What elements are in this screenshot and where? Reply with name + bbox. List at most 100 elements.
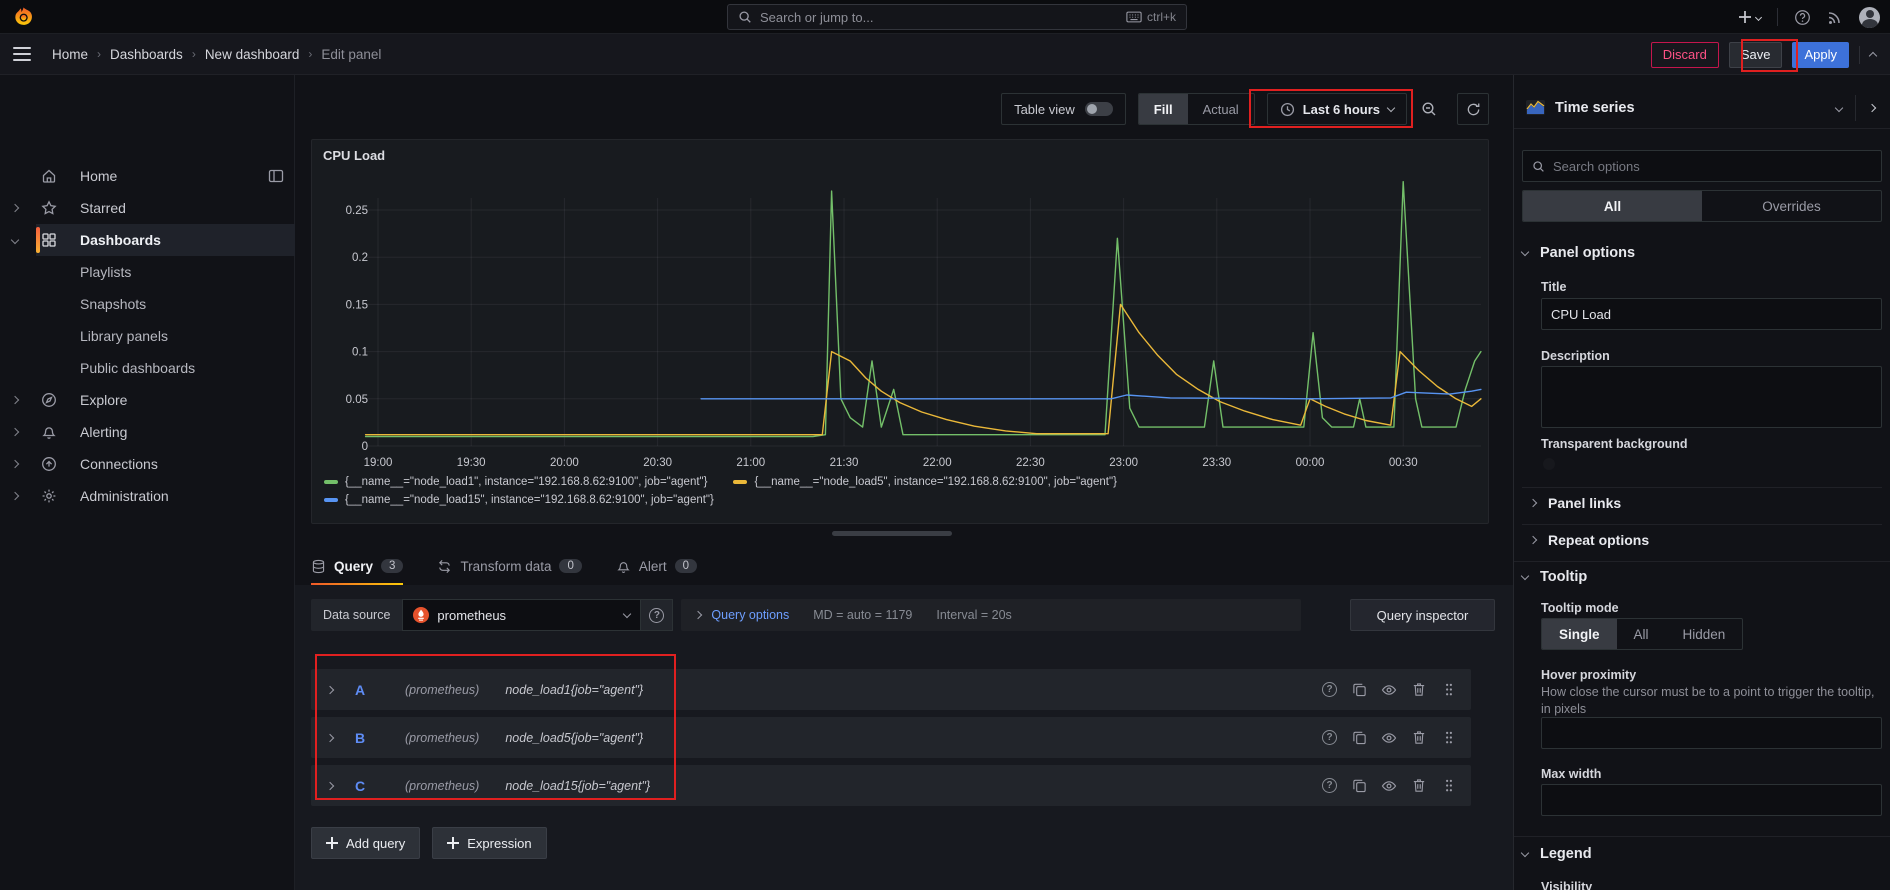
section-repeat-options[interactable]: Repeat options — [1530, 532, 1649, 548]
hide-query-eye-icon[interactable] — [1381, 682, 1397, 698]
legend-swatch — [733, 480, 747, 484]
hide-query-eye-icon[interactable] — [1381, 778, 1397, 794]
tab-all[interactable]: All — [1523, 191, 1702, 221]
drag-handle-icon[interactable] — [1441, 682, 1457, 697]
query-row-b[interactable]: B (prometheus) node_load5{job="agent"} — [311, 717, 1471, 758]
duplicate-icon[interactable] — [1351, 778, 1367, 793]
expand-query-icon[interactable] — [326, 733, 334, 741]
delete-trash-icon[interactable] — [1411, 682, 1427, 697]
chevron-right-icon[interactable] — [11, 492, 19, 500]
sidebar-item-administration[interactable]: Administration — [0, 480, 295, 512]
time-range-picker[interactable]: Last 6 hours — [1267, 93, 1407, 125]
svg-text:19:30: 19:30 — [457, 457, 486, 469]
sidebar-item-library-panels[interactable]: Library panels — [0, 320, 295, 352]
discard-button[interactable]: Discard — [1651, 42, 1719, 68]
section-tooltip[interactable]: Tooltip — [1522, 569, 1587, 585]
refresh-icon[interactable] — [1457, 93, 1489, 125]
save-button[interactable]: Save — [1729, 42, 1783, 68]
legend-item-node-load15[interactable]: {__name__="node_load15", instance="192.1… — [324, 494, 1474, 506]
expand-query-icon[interactable] — [326, 781, 334, 789]
add-expression-button[interactable]: Expression — [432, 827, 546, 859]
global-search-input[interactable]: Search or jump to... ctrl+k — [727, 4, 1187, 30]
collapse-options-icon[interactable] — [1868, 103, 1876, 111]
panel-description-input[interactable] — [1541, 366, 1882, 428]
sidebar-item-explore[interactable]: Explore — [0, 384, 295, 416]
options-search[interactable] — [1522, 150, 1882, 182]
chevron-down-icon[interactable] — [11, 236, 19, 244]
add-menu-button[interactable] — [1738, 10, 1761, 24]
sidebar-item-connections[interactable]: Connections — [0, 448, 295, 480]
actual-option[interactable]: Actual — [1188, 94, 1254, 124]
duplicate-icon[interactable] — [1351, 682, 1367, 697]
drag-handle-icon[interactable] — [1441, 730, 1457, 745]
tab-alert[interactable]: Alert 0 — [616, 549, 697, 583]
tooltip-mode-switcher: Single All Hidden — [1541, 618, 1743, 650]
chevron-right-icon[interactable] — [11, 396, 19, 404]
section-panel-links[interactable]: Panel links — [1530, 495, 1621, 511]
breadcrumb-edit-panel: Edit panel — [321, 47, 381, 62]
tab-overrides[interactable]: Overrides — [1702, 191, 1881, 221]
panel-title[interactable]: CPU Load — [323, 148, 385, 163]
help-icon[interactable] — [1794, 9, 1811, 26]
tab-query[interactable]: Query 3 — [311, 549, 403, 583]
datasource-help-button[interactable] — [641, 599, 673, 631]
query-inspector-button[interactable]: Query inspector — [1350, 599, 1495, 631]
datasource-picker[interactable]: prometheus — [402, 599, 641, 631]
query-row-a[interactable]: A (prometheus) node_load1{job="agent"} — [311, 669, 1471, 710]
hide-query-eye-icon[interactable] — [1381, 730, 1397, 746]
sidebar-item-alerting[interactable]: Alerting — [0, 416, 295, 448]
time-series-chart[interactable]: 19:0019:3020:0020:3021:0021:3022:0022:30… — [312, 166, 1488, 472]
bell-icon — [40, 424, 57, 440]
delete-trash-icon[interactable] — [1411, 778, 1427, 793]
grafana-logo[interactable] — [13, 6, 34, 27]
tooltip-mode-all[interactable]: All — [1617, 619, 1666, 649]
tooltip-mode-hidden[interactable]: Hidden — [1666, 619, 1743, 649]
pane-resize-handle[interactable] — [832, 531, 952, 536]
sidebar-item-starred[interactable]: Starred — [0, 192, 295, 224]
duplicate-icon[interactable] — [1351, 730, 1367, 745]
query-help-icon[interactable] — [1322, 730, 1337, 745]
delete-trash-icon[interactable] — [1411, 730, 1427, 745]
sidebar-item-snapshots[interactable]: Snapshots — [0, 288, 295, 320]
sidebar-item-public-dashboards[interactable]: Public dashboards — [0, 352, 295, 384]
tooltip-mode-single[interactable]: Single — [1542, 619, 1617, 649]
legend-item-node-load5[interactable]: {__name__="node_load5", instance="192.16… — [733, 476, 1116, 488]
section-legend[interactable]: Legend — [1522, 846, 1592, 862]
menu-toggle-icon[interactable] — [13, 47, 31, 61]
query-row-c[interactable]: C (prometheus) node_load15{job="agent"} — [311, 765, 1471, 806]
chevron-right-icon[interactable] — [11, 428, 19, 436]
legend-item-node-load1[interactable]: {__name__="node_load1", instance="192.16… — [324, 476, 707, 488]
drag-handle-icon[interactable] — [1441, 778, 1457, 793]
expand-query-icon[interactable] — [326, 685, 334, 693]
query-help-icon[interactable] — [1322, 778, 1337, 793]
query-options-row[interactable]: Query options MD = auto = 1179 Interval … — [681, 599, 1301, 631]
apply-button[interactable]: Apply — [1792, 42, 1849, 68]
options-search-input[interactable] — [1553, 159, 1872, 174]
chevron-right-icon[interactable] — [11, 460, 19, 468]
datasource-value: prometheus — [437, 608, 616, 623]
news-rss-icon[interactable] — [1827, 9, 1843, 25]
dock-sidebar-icon[interactable] — [268, 168, 284, 184]
breadcrumb-home[interactable]: Home — [52, 47, 88, 62]
sidebar-item-dashboards[interactable]: Dashboards — [0, 224, 295, 256]
table-view-toggle[interactable] — [1085, 102, 1113, 116]
breadcrumb-dashboards[interactable]: Dashboards — [110, 47, 183, 62]
breadcrumb-new-dashboard[interactable]: New dashboard — [205, 47, 300, 62]
user-avatar[interactable] — [1859, 7, 1880, 28]
panel-title-input[interactable] — [1541, 298, 1882, 330]
visualization-picker[interactable]: Time series — [1514, 87, 1890, 129]
zoom-out-time-icon[interactable] — [1413, 93, 1445, 125]
sidebar-item-home[interactable]: Home — [0, 160, 295, 192]
hover-proximity-input[interactable] — [1541, 717, 1882, 749]
collapse-pane-icon[interactable] — [1869, 52, 1877, 60]
query-help-icon[interactable] — [1322, 682, 1337, 697]
max-width-input[interactable] — [1541, 784, 1882, 816]
section-panel-options[interactable]: Panel options — [1522, 245, 1635, 261]
home-icon — [40, 168, 57, 184]
tab-transform-data[interactable]: Transform data 0 — [437, 549, 581, 583]
fill-option[interactable]: Fill — [1139, 94, 1188, 124]
chevron-right-icon[interactable] — [11, 204, 19, 212]
query-options-link[interactable]: Query options — [711, 608, 789, 622]
sidebar-item-playlists[interactable]: Playlists — [0, 256, 295, 288]
add-query-button[interactable]: Add query — [311, 827, 420, 859]
